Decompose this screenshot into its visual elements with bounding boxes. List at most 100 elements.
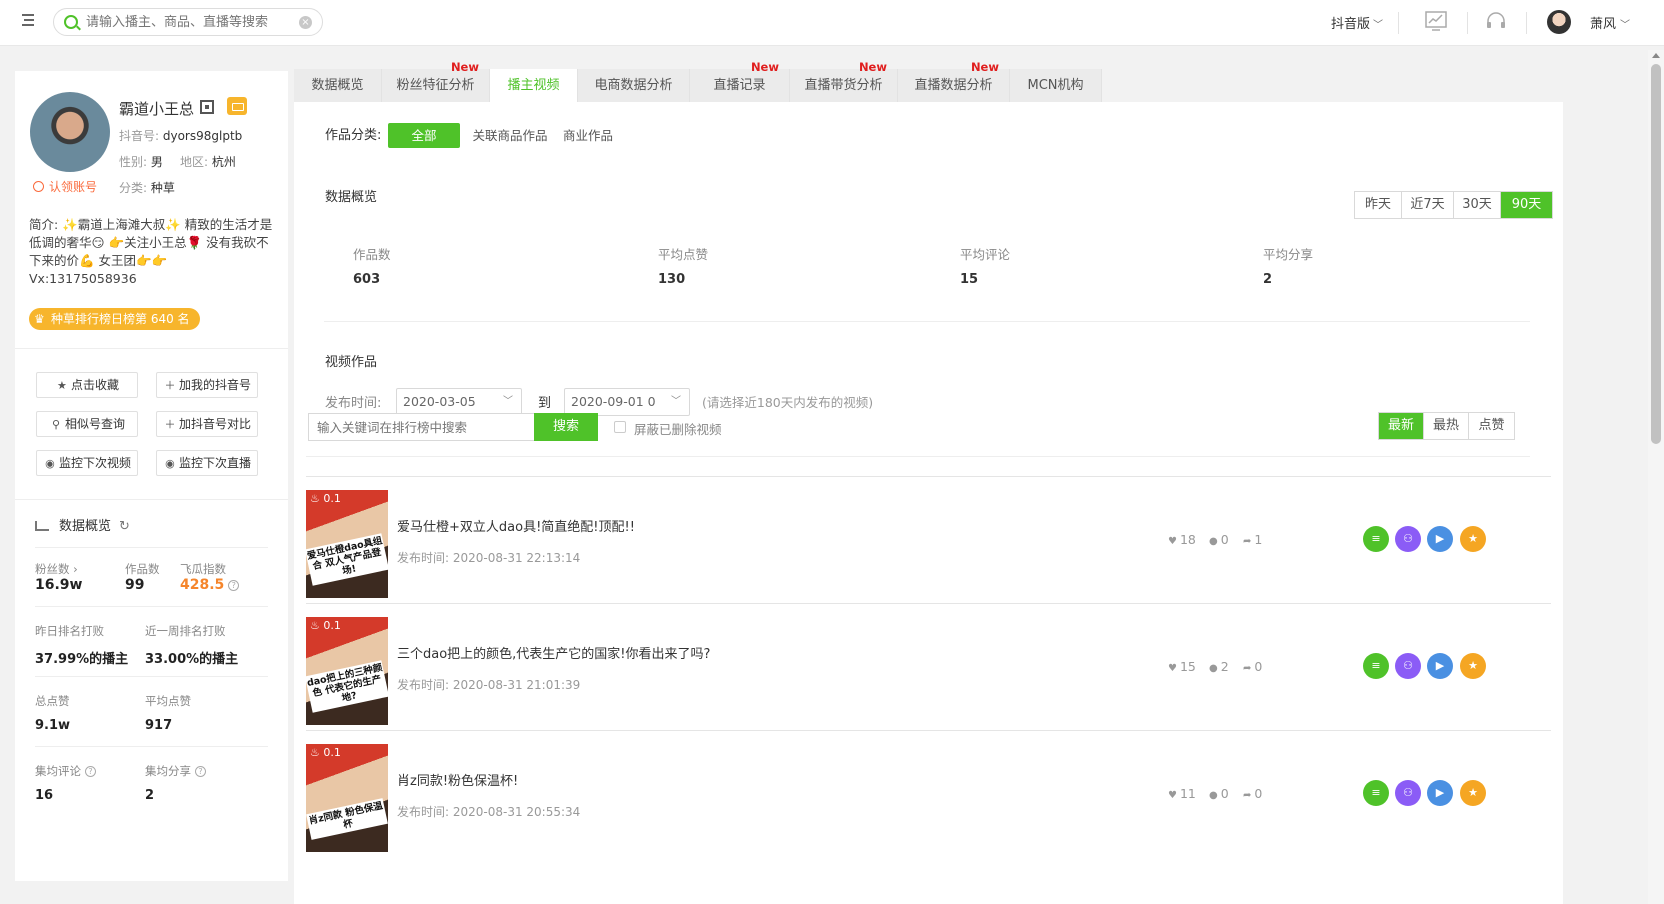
sort-likes[interactable]: 点赞 [1469,413,1514,439]
start-date-picker[interactable]: 2020-03-05 ﹀ [396,388,522,416]
range-30d[interactable]: 30天 [1454,192,1501,218]
tab-videos[interactable]: 播主视频 [490,69,578,102]
video-thumbnail[interactable]: ♨ 0.1 肖z同款 粉色保温杯 [306,744,388,852]
tab-mcn[interactable]: MCN机构 [1010,69,1102,102]
heart-icon: ♥ [1168,663,1177,674]
filter-label: 作品分类: [325,128,382,143]
help-icon[interactable]: ? [228,580,240,591]
headset-icon[interactable] [1484,11,1508,33]
profile-bio: 简介: ✨霸道上海滩大叔✨ 精致的生活才是低调的奢华😏 👉关注小王总🌹 没有我砍… [29,217,273,286]
tab-label: 直播记录 [713,78,766,93]
global-search[interactable]: × [53,8,323,36]
yesterday-rank-value: 37.99%的播主 [35,652,129,667]
main-content: 作品分类: 全部 关联商品作品 商业作品 数据概览 昨天 近7天 30天 90天… [294,102,1563,904]
qr-code-icon[interactable] [200,100,214,114]
tab-live-sales[interactable]: 直播带货分析 New [790,60,898,102]
star-icon[interactable]: ★ [1460,780,1486,806]
metric-label: 作品数 [353,247,391,262]
add-compare-button[interactable]: ＋加抖音号对比 [156,411,258,437]
filter-linked-products[interactable]: 关联商品作品 [470,123,550,148]
like-count: ♥ 11 [1168,786,1196,801]
tab-live-records[interactable]: 直播记录 New [690,60,790,102]
end-date-picker[interactable]: 2020-09-01 0 ﹀ [564,388,690,416]
fans-label[interactable]: 粉丝数 › [35,561,78,577]
add-my-account-button[interactable]: ＋加我的抖音号 [156,372,258,398]
detail-icon[interactable]: ≡ [1363,780,1389,806]
play-icon[interactable]: ▶ [1427,653,1453,679]
video-title[interactable]: 爱马仕橙+双立人dao具!简直绝配!顶配!! [397,516,635,535]
like-count: ♥ 18 [1168,532,1196,547]
user-menu[interactable]: 萧风 ﹀ [1590,13,1630,32]
keyword-search-input[interactable] [308,413,534,441]
detail-icon[interactable]: ≡ [1363,526,1389,552]
global-search-input[interactable] [86,13,286,31]
play-icon[interactable]: ▶ [1427,526,1453,552]
video-thumbnail[interactable]: ♨ 0.1 dao把上的三种颜色 代表它的生产地? [306,617,388,725]
video-title[interactable]: 肖z同款!粉色保温杯! [397,770,518,789]
monitor-video-label: 监控下次视频 [58,456,131,470]
tab-overview[interactable]: 数据概览 [294,69,382,102]
user-avatar[interactable] [1547,10,1571,34]
stats-title: 数据概览 ↻ [35,515,130,534]
filter-commercial[interactable]: 商业作品 [560,123,616,148]
star-icon[interactable]: ★ [1460,526,1486,552]
avg-comments-label: 集均评论? [35,763,96,779]
range-7d[interactable]: 近7天 [1402,192,1454,218]
menu-toggle-icon[interactable] [22,14,38,28]
version-dropdown[interactable]: 抖音版 ﹀ [1331,13,1383,32]
hide-deleted-label: 屏蔽已删除视频 [634,422,722,437]
range-90d[interactable]: 90天 [1501,192,1552,218]
videos-title: 视频作品 [325,355,378,370]
gender: 性别: 男 [119,153,163,170]
detail-icon[interactable]: ≡ [1363,653,1389,679]
filter-all[interactable]: 全部 [388,123,460,148]
keyword-search-button[interactable]: 搜索 [534,413,598,441]
video-row[interactable]: ♨ 0.1 爱马仕橙dao具组合 双人气产品登场! 爱马仕橙+双立人dao具!简直… [306,476,1551,598]
video-row[interactable]: ♨ 0.1 dao把上的三种颜色 代表它的生产地? 三个dao把上的颜色,代表生产… [306,603,1551,725]
page-scrollbar[interactable] [1648,50,1664,904]
share-count-value: 1 [1254,532,1263,547]
tab-label: 播主视频 [507,78,560,93]
help-icon[interactable]: ? [195,766,206,777]
comment-count: ● 0 [1209,786,1229,801]
sort-latest[interactable]: 最新 [1379,413,1424,439]
divider [1526,12,1527,34]
share-count-value: 0 [1254,786,1263,801]
fans-label-text: 粉丝数 [35,562,70,576]
video-thumbnail[interactable]: ♨ 0.1 爱马仕橙dao具组合 双人气产品登场! [306,490,388,598]
play-icon[interactable]: ▶ [1427,780,1453,806]
monitor-video-button[interactable]: ◉ 监控下次视频 [36,450,138,476]
shop-icon[interactable] [227,97,247,115]
play-count-value: 0.1 [323,746,341,759]
video-time: 发布时间: 2020-08-31 21:01:39 [397,678,581,692]
audience-icon[interactable]: ⚇ [1395,780,1421,806]
tab-ecommerce[interactable]: 电商数据分析 [578,69,690,102]
end-date-value: 2020-09-01 0 [571,394,656,409]
star-icon[interactable]: ★ [1460,653,1486,679]
favorite-button[interactable]: ★ 点击收藏 [36,372,138,398]
avg-likes-value: 917 [145,718,173,733]
new-badge: New [450,60,479,74]
audience-icon[interactable]: ⚇ [1395,526,1421,552]
refresh-icon[interactable]: ↻ [119,519,130,534]
trend-monitor-icon[interactable] [1424,11,1448,33]
tab-fan-analysis[interactable]: 粉丝特征分析 New [382,60,490,102]
tab-live-data[interactable]: 直播数据分析 New [898,60,1010,102]
scroll-up-icon[interactable] [1652,53,1660,58]
hide-deleted-checkbox[interactable] [614,421,626,433]
range-yesterday[interactable]: 昨天 [1355,192,1402,218]
video-title[interactable]: 三个dao把上的颜色,代表生产它的国家!你看出来了吗? [397,643,710,662]
rank-badge[interactable]: 种草排行榜日榜第 640 名 [29,308,200,330]
week-rank-value: 33.00%的播主 [145,652,239,667]
video-row[interactable]: ♨ 0.1 肖z同款 粉色保温杯 肖z同款!粉色保温杯! 发布时间: 2020-0… [306,730,1551,852]
monitor-live-button[interactable]: ◉ 监控下次直播 [156,450,258,476]
scrollbar-thumb[interactable] [1651,64,1661,444]
similar-account-button[interactable]: ⚲ 相似号查询 [36,411,138,437]
like-count-value: 18 [1179,532,1196,547]
audience-icon[interactable]: ⚇ [1395,653,1421,679]
claim-account-link[interactable]: 认领账号 [33,178,97,195]
metric-label: 平均评论 [960,247,1011,262]
help-icon[interactable]: ? [85,766,96,777]
clear-icon[interactable]: × [299,16,312,29]
sort-hottest[interactable]: 最热 [1424,413,1469,439]
